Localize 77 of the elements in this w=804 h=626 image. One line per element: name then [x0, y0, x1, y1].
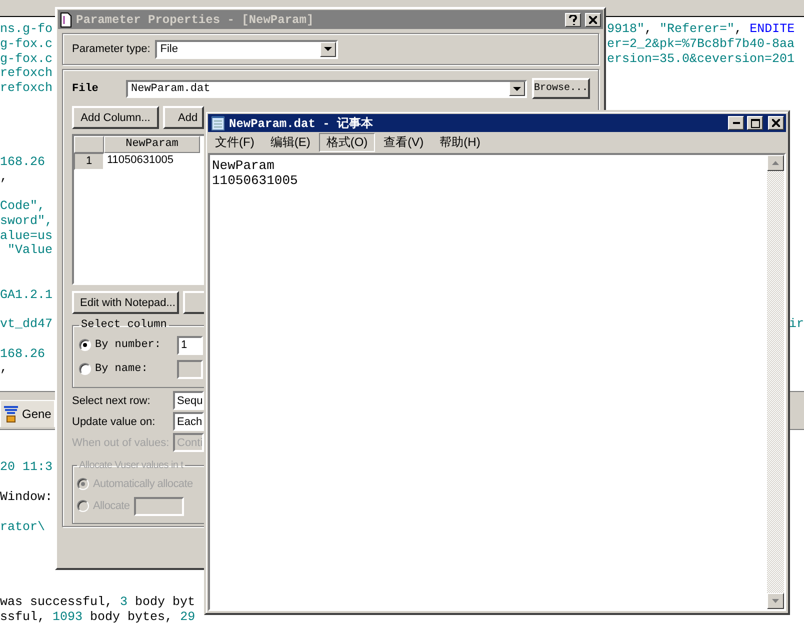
code-text: refoxch: [0, 81, 53, 95]
output-text: was successful, 3 body byt: [0, 595, 196, 609]
close-button[interactable]: [585, 12, 601, 26]
dropdown-arrow-icon: [324, 47, 332, 51]
code-text: ir: [789, 317, 804, 331]
code-text: Code",: [0, 199, 46, 213]
document-icon: [60, 12, 72, 28]
browse-button[interactable]: Browse...: [532, 78, 590, 99]
radio-label: By name:: [95, 363, 149, 375]
dropdown-arrow-icon: [513, 86, 521, 90]
radio-button[interactable]: [79, 363, 91, 375]
code-text: vt_dd47: [0, 317, 53, 331]
down-arrow-icon: [772, 599, 779, 603]
panel-tab[interactable]: Gene: [0, 400, 56, 427]
code-text: refoxch: [0, 66, 53, 80]
table-cell-text: 11050631005: [106, 153, 174, 168]
maximize-button[interactable]: [747, 116, 763, 130]
notepad-icon: [210, 115, 226, 131]
group-label: Allocate Vuser values in t: [78, 460, 184, 471]
close-icon: [589, 16, 597, 24]
code-text: sword",: [0, 214, 53, 228]
menu-item[interactable]: 帮助(H): [432, 133, 488, 152]
add-button[interactable]: Add: [163, 106, 204, 129]
dropdown[interactable]: Each: [173, 412, 204, 431]
output-text: Window:: [0, 490, 53, 504]
scroll-up-button[interactable]: [767, 155, 784, 171]
input-field[interactable]: [177, 360, 203, 378]
text-line: NewParam: [212, 158, 276, 173]
code-text: ,: [0, 361, 8, 376]
help-icon: [569, 14, 577, 24]
close-icon: [772, 119, 780, 127]
group-label: Select column: [80, 319, 168, 331]
minimize-icon: [732, 122, 740, 124]
radio-label: By number:: [95, 339, 162, 351]
menu-item[interactable]: 查看(V): [376, 133, 431, 152]
radio-button[interactable]: [79, 339, 91, 351]
code-text: g-fox.c: [0, 36, 53, 51]
field-label: File: [72, 82, 100, 94]
code-text: 9918", "Referer=", ENDITE: [607, 22, 795, 36]
menu-item[interactable]: 格式(O): [319, 133, 375, 152]
output-text: ssful, 1093 body bytes, 29: [0, 610, 196, 624]
minimize-button[interactable]: [728, 116, 744, 130]
help-button[interactable]: [565, 12, 581, 26]
menu-item[interactable]: 编辑(E): [263, 133, 318, 152]
up-arrow-icon: [772, 161, 779, 165]
code-text: er=2_2&pk=%7Bc8bf7b40-8aa: [607, 36, 795, 51]
window-title: NewParam.dat - 记事本: [229, 116, 374, 132]
output-text: 20 11:3: [0, 460, 53, 474]
scroll-down-button[interactable]: [767, 593, 784, 609]
code-text: 168.26: [0, 154, 46, 169]
code-text: ,: [0, 170, 8, 184]
code-text: GA1.2.1: [0, 288, 53, 302]
parameter-type-dropdown[interactable]: File: [155, 40, 338, 58]
dropdown[interactable]: NewParam.dat: [126, 80, 527, 98]
code-text: "Value: [6, 243, 53, 258]
code-text: ersion=35.0&ceversion=201: [607, 52, 795, 66]
scrollbar[interactable]: [767, 155, 784, 609]
output-text: rator\: [0, 520, 46, 534]
text-line: 11050631005: [212, 173, 299, 188]
code-text: 168.26: [0, 346, 46, 360]
menu-item[interactable]: 文件(F): [208, 133, 262, 152]
input-field[interactable]: 1: [177, 336, 203, 354]
field-label: Select next row:: [72, 394, 152, 406]
field-label: Update value on:: [72, 416, 156, 428]
code-text: alue=us: [0, 228, 53, 242]
maximize-icon: [750, 118, 760, 128]
field-label: Parameter type:: [72, 43, 150, 55]
dialog-title: Parameter Properties - [NewParam]: [76, 12, 315, 26]
close-button[interactable]: [768, 116, 784, 130]
code-text: ns.g-fo: [0, 22, 53, 36]
column-header: NewParam: [104, 136, 200, 153]
funnel-icon: [4, 406, 18, 422]
row-number: 1: [74, 153, 104, 170]
edit-with-notepad-button[interactable]: Edit with Notepad...: [72, 291, 179, 314]
code-text: g-fox.c: [0, 52, 53, 66]
dropdown[interactable]: Sequ: [173, 391, 204, 410]
add-column-button[interactable]: Add Column...: [72, 106, 159, 129]
